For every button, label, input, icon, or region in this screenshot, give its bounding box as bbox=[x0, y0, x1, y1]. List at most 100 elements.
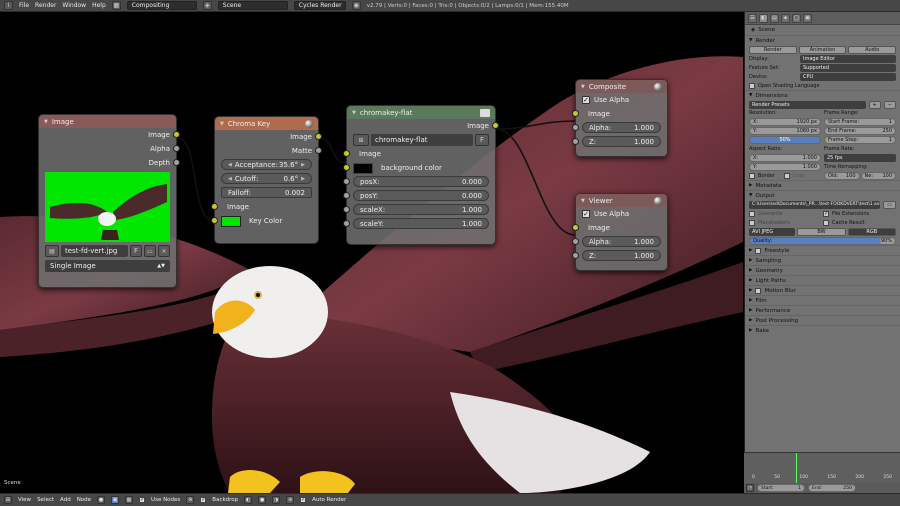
audio-button[interactable]: Audio bbox=[848, 45, 897, 54]
resolution-x-field[interactable]: X: 1920 px bbox=[749, 118, 821, 126]
screen-layout-icon[interactable]: ▦ bbox=[111, 1, 121, 10]
viewer-alpha-field[interactable]: Alpha: 1.000 bbox=[582, 236, 661, 247]
socket-scalex-in[interactable] bbox=[343, 206, 350, 213]
scene-tab-icon[interactable]: ◈ bbox=[781, 13, 790, 23]
render-layers-tab-icon[interactable]: ▤ bbox=[770, 13, 779, 23]
timeline-editor-icon[interactable]: ◷ bbox=[746, 484, 754, 492]
display-select[interactable]: Image Editor bbox=[800, 54, 896, 63]
use-alpha-checkbox[interactable]: ✓ bbox=[582, 210, 590, 218]
sampling-panel-header[interactable]: ▶ Sampling bbox=[745, 255, 900, 265]
collapse-triangle-icon[interactable]: ▼ bbox=[581, 198, 585, 204]
viewer-node-header[interactable]: ▼ Viewer bbox=[576, 194, 667, 207]
socket-image-in[interactable] bbox=[572, 110, 579, 117]
socket-scaley-in[interactable] bbox=[343, 220, 350, 227]
time-remap-new-field[interactable]: Ne: 100 bbox=[860, 172, 896, 180]
cutoff-field[interactable]: ◀ Cutoff: 0.6° ▶ bbox=[221, 173, 312, 184]
info-editor-icon[interactable]: i bbox=[4, 1, 13, 10]
backdrop-channels-icon[interactable]: ◐ bbox=[244, 496, 253, 504]
device-select[interactable]: CPU bbox=[800, 72, 896, 81]
menu-add[interactable]: Add bbox=[60, 497, 71, 503]
cache-result-checkbox[interactable] bbox=[823, 219, 829, 226]
scene-field[interactable]: Scene bbox=[217, 1, 288, 10]
posy-field[interactable]: posY: 0.000 bbox=[353, 190, 489, 201]
shader-nodes-icon[interactable]: ● bbox=[97, 496, 106, 504]
key-color-swatch[interactable] bbox=[221, 215, 241, 227]
render-tab-camera-icon[interactable]: ◧ bbox=[759, 13, 768, 23]
socket-image-out[interactable] bbox=[315, 133, 322, 140]
menu-window[interactable]: Window bbox=[62, 2, 86, 9]
chromakey-flat-group-node[interactable]: ▼ chromakey-flat Image ⊞ chromakey-flat … bbox=[343, 105, 499, 245]
scaley-field[interactable]: scaleY: 1.000 bbox=[353, 218, 489, 229]
remove-preset-button[interactable]: − bbox=[883, 100, 896, 109]
rgb-button[interactable]: RGB bbox=[847, 227, 896, 236]
freestyle-checkbox[interactable] bbox=[755, 247, 762, 254]
socket-image-in[interactable] bbox=[343, 150, 350, 157]
feature-set-select[interactable]: Supported bbox=[800, 63, 896, 72]
timeline-end-field[interactable]: End: 250 bbox=[808, 484, 856, 492]
geometry-panel-header[interactable]: ▶ Geometry bbox=[745, 265, 900, 275]
falloff-field[interactable]: Falloff: 0.002 bbox=[221, 187, 312, 198]
image-source-select[interactable]: Single Image ▲▼ bbox=[45, 260, 170, 272]
backdrop-alpha-icon[interactable]: ◑ bbox=[272, 496, 281, 504]
quality-slider[interactable]: Quality: 90% bbox=[749, 236, 896, 245]
viewer-z-field[interactable]: Z: 1.000 bbox=[582, 250, 661, 261]
node-group-browse-icon[interactable]: ⊞ bbox=[353, 134, 369, 146]
osl-row[interactable]: Open Shading Language bbox=[745, 81, 900, 90]
socket-alpha-in[interactable] bbox=[572, 238, 579, 245]
timeline-graph[interactable]: 0 50 100 150 200 250 bbox=[744, 453, 900, 483]
node-editor-type-icon[interactable]: ⊞ bbox=[4, 496, 12, 504]
auto-render-checkbox[interactable]: ✓ bbox=[300, 497, 307, 503]
composite-node-header[interactable]: ▼ Composite bbox=[576, 80, 667, 93]
timeline-editor[interactable]: 0 50 100 150 200 250 ◷ Start: 1 End: 250 bbox=[744, 452, 900, 493]
group-node-header[interactable]: ▼ chromakey-flat bbox=[347, 106, 495, 119]
output-folder-icon[interactable]: ▭ bbox=[883, 200, 896, 209]
motion-blur-checkbox[interactable] bbox=[755, 287, 762, 294]
chroma-node-header[interactable]: ▼ Chroma Key bbox=[215, 117, 318, 130]
preview-ball-icon[interactable] bbox=[654, 196, 662, 205]
composite-z-field[interactable]: Z: 1.000 bbox=[582, 136, 661, 147]
use-alpha-checkbox[interactable]: ✓ bbox=[582, 96, 590, 104]
border-checkbox[interactable] bbox=[749, 173, 755, 179]
end-frame-field[interactable]: End Frame: 250 bbox=[824, 127, 896, 135]
screen-layout-field[interactable]: Compositing bbox=[126, 1, 197, 10]
frame-step-field[interactable]: Frame Step: 1 bbox=[824, 136, 896, 144]
aspect-x-field[interactable]: X: 1.000 bbox=[749, 154, 821, 162]
composite-node[interactable]: ▼ Composite ✓ Use Alpha Image Alpha: 1.000… bbox=[572, 79, 668, 157]
texture-nodes-icon[interactable]: ▦ bbox=[125, 496, 134, 504]
start-frame-field[interactable]: Start Frame: 1 bbox=[824, 118, 896, 126]
aspect-y-field[interactable]: Y: 1.000 bbox=[749, 163, 821, 171]
backdrop-checkbox[interactable]: ✓ bbox=[200, 497, 207, 503]
light-paths-panel-header[interactable]: ▶ Light Paths bbox=[745, 275, 900, 285]
viewer-node[interactable]: ▼ Viewer ✓ Use Alpha Image Alpha: 1.000 Z:… bbox=[572, 193, 668, 271]
node-editor-canvas[interactable]: ▼ Image Image Alpha Depth ▤ test-fd-vert… bbox=[0, 12, 743, 493]
chroma-key-node[interactable]: ▼ Chroma Key Image Matte ◀ Acceptance: 35.… bbox=[211, 116, 322, 244]
bg-color-swatch[interactable] bbox=[353, 162, 373, 174]
socket-image-out[interactable] bbox=[492, 122, 499, 129]
preview-ball-icon[interactable] bbox=[305, 119, 313, 128]
resolution-y-field[interactable]: Y: 1080 px bbox=[749, 127, 821, 135]
group-edit-icon[interactable] bbox=[480, 108, 490, 117]
menu-node[interactable]: Node bbox=[77, 497, 91, 503]
use-alpha-row[interactable]: ✓ Use Alpha bbox=[576, 93, 667, 107]
collapse-triangle-icon[interactable]: ▼ bbox=[581, 84, 585, 90]
socket-posy-in[interactable] bbox=[343, 192, 350, 199]
output-panel-header[interactable]: ▼ Output bbox=[745, 190, 900, 200]
socket-bg-color-in[interactable] bbox=[343, 164, 350, 171]
menu-view[interactable]: View bbox=[18, 497, 31, 503]
socket-z-in[interactable] bbox=[572, 252, 579, 259]
render-engine-select[interactable]: Cycles Render bbox=[293, 1, 346, 10]
socket-key-color-in[interactable] bbox=[211, 217, 218, 224]
motion-blur-panel-header[interactable]: ▶ Motion Blur bbox=[745, 285, 900, 295]
add-preset-button[interactable]: + bbox=[868, 100, 881, 109]
close-icon[interactable]: ✕ bbox=[158, 245, 170, 257]
menu-render[interactable]: Render bbox=[35, 2, 56, 9]
object-tab-icon[interactable]: ▣ bbox=[803, 13, 812, 23]
bake-panel-header[interactable]: ▶ Bake bbox=[745, 325, 900, 335]
use-alpha-row[interactable]: ✓ Use Alpha bbox=[576, 207, 667, 221]
film-panel-header[interactable]: ▶ Film bbox=[745, 295, 900, 305]
socket-image-in[interactable] bbox=[211, 203, 218, 210]
render-button[interactable]: Render bbox=[749, 45, 797, 54]
properties-editor-icon[interactable]: ☰ bbox=[748, 13, 757, 23]
render-panel-header[interactable]: ▼ Render bbox=[745, 35, 900, 45]
socket-alpha-in[interactable] bbox=[572, 124, 579, 131]
